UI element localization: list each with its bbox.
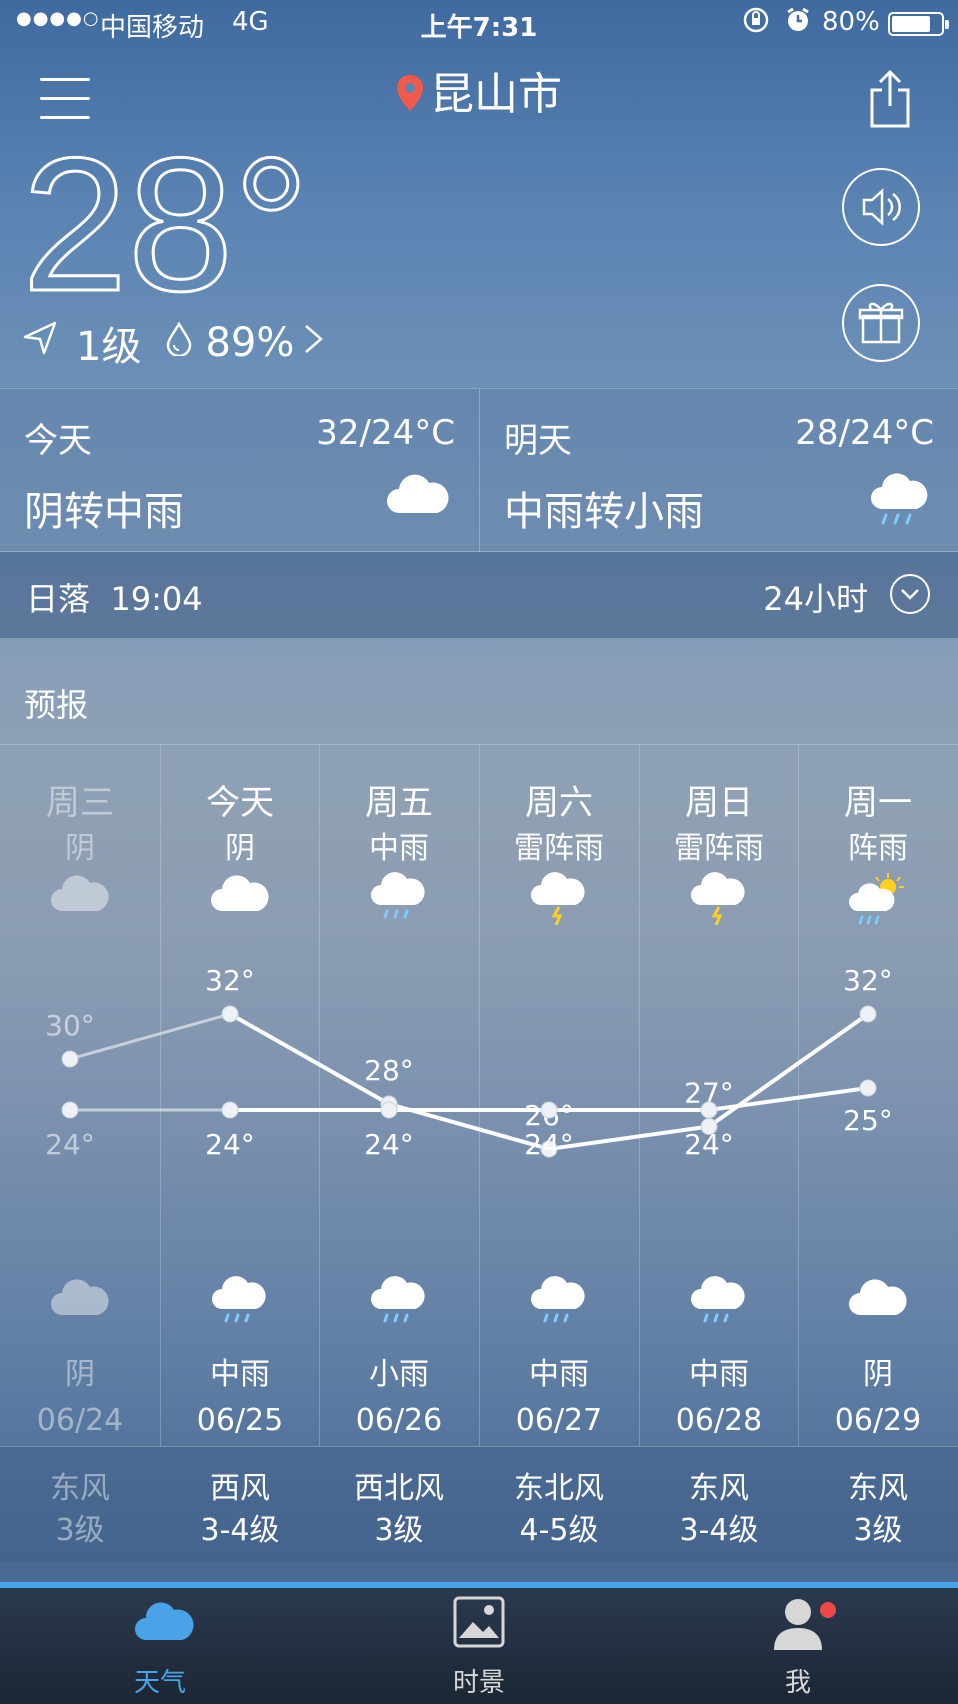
- tab-me-label: 我: [784, 1668, 811, 1698]
- status-bar: ●●●●○ 中国移动 4G 上午7:31 80%: [0, 0, 958, 48]
- forecast-wind-direction: 东风: [689, 1471, 749, 1506]
- cloud-tab-icon: [134, 1596, 194, 1651]
- rotation-lock-icon: [742, 6, 770, 41]
- forecast-wind-level: 3级: [853, 1513, 903, 1548]
- tab-bar: 天气 时景 我: [0, 1588, 958, 1704]
- high-temp-label: 32°: [843, 964, 893, 997]
- today-card[interactable]: 今天 32/24°C 阴转中雨: [0, 389, 479, 553]
- current-temp-text: 28°: [22, 140, 309, 310]
- forecast-wind-level: 4-5级: [519, 1513, 599, 1548]
- low-temp-label: 25°: [843, 1104, 893, 1137]
- high-temp-point: [61, 1050, 79, 1068]
- battery-percent: 80%: [822, 7, 880, 37]
- forecast-wind-direction: 东北风: [514, 1471, 604, 1506]
- city-title[interactable]: 昆山市: [0, 58, 958, 123]
- low-temp-point: [61, 1101, 79, 1119]
- low-temp-label: 24°: [684, 1128, 734, 1161]
- high-temp-label: 28°: [364, 1054, 414, 1087]
- current-temperature: 28°: [21, 118, 322, 333]
- tab-scenery-label: 时景: [452, 1668, 505, 1698]
- forecast-wind-level: 3级: [374, 1513, 424, 1548]
- humidity-value: 89%: [205, 320, 295, 366]
- forecast-wind-direction: 东风: [848, 1471, 908, 1506]
- tab-weather-label: 天气: [133, 1668, 186, 1698]
- low-temp-label: 24°: [205, 1128, 255, 1161]
- sunset-strip[interactable]: 日落 19:04 24小时: [0, 552, 958, 638]
- today-tomorrow-strip: 今天 32/24°C 阴转中雨 明天 28/24°C 中雨转小雨: [0, 388, 958, 553]
- gift-icon: [858, 302, 904, 344]
- forecast-wind-direction: 西北风: [354, 1471, 444, 1506]
- tomorrow-label: 明天: [504, 421, 572, 461]
- low-temp-label: 24°: [364, 1128, 414, 1161]
- low-temp-point: [221, 1101, 239, 1119]
- chevron-down-icon[interactable]: [890, 574, 930, 614]
- forecast-wind-level: 3-4级: [200, 1513, 280, 1548]
- tab-me[interactable]: 我: [728, 1588, 868, 1704]
- profile-tab-icon: [772, 1596, 824, 1659]
- high-temp-point: [859, 1005, 877, 1023]
- high-temp-label: 32°: [205, 964, 255, 997]
- humidity-drop-icon: [165, 320, 193, 366]
- high-temp-point: [221, 1005, 239, 1023]
- low-temp-point: [380, 1101, 398, 1119]
- today-desc: 阴转中雨: [24, 489, 184, 535]
- city-name: 昆山市: [430, 69, 562, 120]
- notification-badge: [820, 1602, 836, 1618]
- gift-button[interactable]: [842, 284, 920, 362]
- rain-cloud-icon: [868, 471, 930, 535]
- wind-level: 1级: [76, 324, 142, 370]
- photo-tab-icon: [453, 1596, 505, 1655]
- tomorrow-card[interactable]: 明天 28/24°C 中雨转小雨: [479, 389, 958, 553]
- low-temp-point: [859, 1079, 877, 1097]
- speaker-icon: [862, 188, 901, 226]
- status-time: 上午7:31: [420, 13, 538, 43]
- forecast-title: 预报: [24, 686, 89, 724]
- low-temp-label: 24°: [45, 1128, 95, 1161]
- forecast-wind-level: 3-4级: [679, 1513, 759, 1548]
- high-temp-label: 30°: [45, 1009, 95, 1042]
- wind-humidity-row[interactable]: 1级 89%: [22, 318, 326, 370]
- location-pin-icon: [396, 72, 424, 123]
- share-icon: [870, 69, 910, 128]
- chevron-right-icon: [302, 320, 326, 366]
- forecast-wind-direction: 西风: [210, 1471, 270, 1506]
- forecast-wind-strip: 东风 3级 西风 3-4级 西北风 3级 东北风 4-5级 东风 3-4级 东风 3级: [0, 1446, 958, 1562]
- battery-icon: [888, 12, 949, 36]
- sunset-time: 19:04: [110, 580, 203, 618]
- share-button[interactable]: [866, 68, 914, 128]
- tab-scenery[interactable]: 时景: [409, 1588, 549, 1704]
- tab-weather[interactable]: 天气: [90, 1588, 230, 1704]
- today-label: 今天: [24, 421, 92, 461]
- alarm-icon: [784, 6, 812, 41]
- tomorrow-desc: 中雨转小雨: [504, 489, 704, 535]
- today-range: 32/24°C: [316, 413, 455, 453]
- temperature-chart: 30°32°28°26°27°32°24°24°24°24°24°25°: [45, 964, 893, 1161]
- forecast-wind-direction: 东风: [50, 1471, 110, 1506]
- tomorrow-range: 28/24°C: [795, 413, 934, 453]
- low-temp-label: 24°: [524, 1128, 574, 1161]
- forecast-wind-level: 3级: [55, 1513, 105, 1548]
- wind-direction-icon: [22, 320, 58, 366]
- sunset-label: 日落: [26, 580, 91, 618]
- hourly-toggle-label: 24小时: [763, 580, 868, 618]
- cloud-icon: [385, 471, 451, 521]
- low-temp-point: [540, 1101, 558, 1119]
- voice-broadcast-button[interactable]: [842, 168, 920, 246]
- low-temp-point: [700, 1101, 718, 1119]
